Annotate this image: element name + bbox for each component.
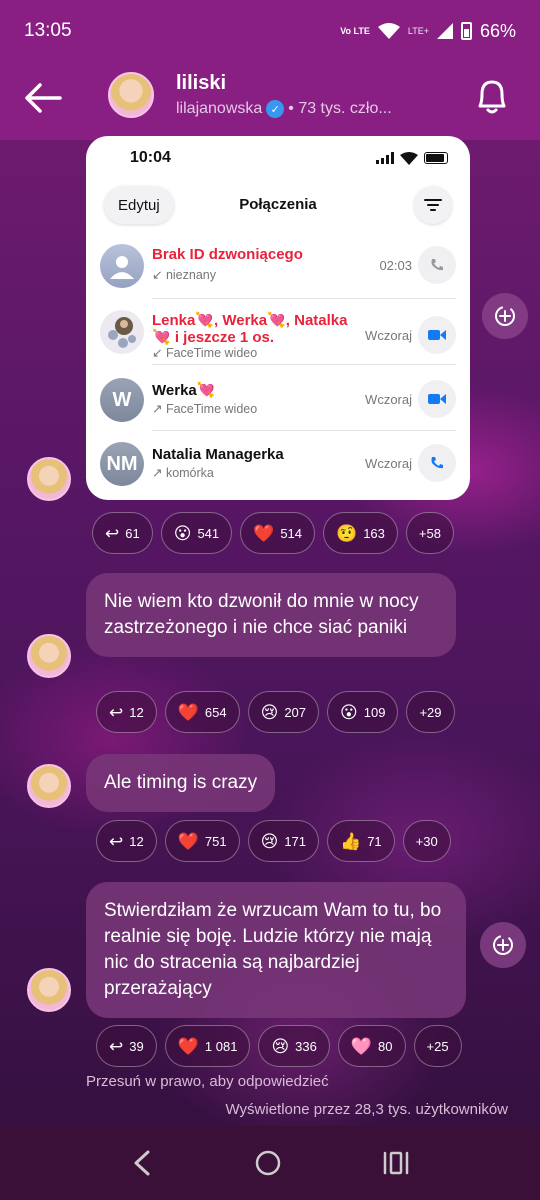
channel-avatar[interactable] (108, 72, 154, 118)
reaction-chip[interactable]: 🩷 80 (337, 1025, 406, 1067)
channel-subtitle[interactable]: lilajanowska ✓ • 73 tys. czło... (176, 100, 392, 118)
share-icon (495, 306, 515, 326)
reaction-chip[interactable]: 😢 171 (247, 820, 320, 862)
divider (152, 430, 456, 431)
reply-chip[interactable]: ↩ 12 (96, 691, 157, 733)
sender-avatar[interactable] (27, 764, 71, 808)
message-bubble[interactable]: Nie wiem kto dzwonił do mnie w nocy zast… (86, 573, 456, 657)
reaction-chip[interactable]: ❤️ 654 (164, 691, 240, 733)
call-detail: ↗ FaceTime wideo (152, 402, 258, 416)
share-button[interactable] (482, 293, 528, 339)
channel-header: liliski lilajanowska ✓ • 73 tys. czło... (0, 62, 540, 140)
calls-title: Połączenia (239, 196, 317, 213)
more-reactions-chip[interactable]: +30 (402, 820, 451, 862)
sender-avatar[interactable] (27, 457, 71, 501)
nav-home-icon[interactable] (254, 1149, 282, 1177)
battery-level: 66% (479, 20, 516, 41)
reactions-bar: ↩ 61 😮 541 ❤️ 514 🤨 163 +58 (92, 512, 454, 554)
screenshot-time: 10:04 (130, 149, 171, 166)
system-nav-bar (0, 1126, 540, 1200)
back-arrow-icon[interactable] (22, 78, 66, 118)
bell-icon[interactable] (472, 74, 512, 118)
phone-icon (418, 246, 456, 284)
reaction-chip[interactable]: ❤️ 514 (240, 512, 316, 554)
reaction-chip[interactable]: 👍 71 (327, 820, 395, 862)
screenshot-status-bar: 10:04 (86, 136, 470, 180)
screenshot-battery-icon (424, 152, 448, 164)
video-icon (418, 316, 456, 354)
message-bubble[interactable]: Stwierdziłam że wrzucam Wam to tu, bo re… (86, 882, 466, 1018)
filter-icon (414, 186, 452, 224)
reactions-bar: ↩ 12 ❤️ 654 😢 207 😮 109 +29 (96, 691, 455, 733)
call-detail: ↙ FaceTime wideo (152, 346, 258, 360)
call-time: Wczoraj (365, 328, 412, 343)
reaction-chip[interactable]: 😮 109 (327, 691, 399, 733)
divider (152, 298, 456, 299)
contact-avatar: NM (100, 442, 144, 486)
group-avatar (100, 310, 144, 354)
call-time: 02:03 (379, 258, 412, 273)
channel-handle: lilajanowska (176, 100, 263, 117)
phone-icon (418, 444, 456, 482)
swipe-hint: Przesuń w prawo, aby odpowiedzieć (86, 1073, 329, 1090)
more-reactions-chip[interactable]: +25 (413, 1025, 462, 1067)
lte-icon: LTE+ (407, 26, 429, 36)
wifi-icon (377, 23, 400, 39)
view-count: Wyświetlone przez 28,3 tys. użytkowników (225, 1101, 508, 1118)
call-row: W Werka💘 ↗ FaceTime wideo Wczoraj (86, 370, 470, 436)
call-name: Lenka💘, Werka💘, Natalka 💘 i jeszcze 1 os… (152, 312, 348, 346)
call-name: Natalia Managerka (152, 446, 284, 463)
nav-recents-icon[interactable] (382, 1149, 410, 1177)
reaction-chip[interactable]: 🤨 163 (323, 512, 398, 554)
reaction-chip[interactable]: 😢 336 (258, 1025, 330, 1067)
status-time: 13:05 (24, 20, 72, 41)
call-row: Brak ID dzwoniącego ↙ nieznany 02:03 (86, 236, 470, 302)
contact-avatar (100, 244, 144, 288)
volte-icon: Vo LTE (340, 25, 370, 36)
reaction-chip[interactable]: ❤️ 1 081 (164, 1025, 251, 1067)
call-row: Lenka💘, Werka💘, Natalka 💘 i jeszcze 1 os… (86, 302, 470, 368)
channel-title[interactable]: liliski (176, 72, 226, 95)
reply-chip[interactable]: ↩ 39 (96, 1025, 157, 1067)
reaction-chip[interactable]: ❤️ 751 (164, 820, 240, 862)
member-count: • 73 tys. czło... (288, 100, 392, 117)
share-icon (493, 935, 513, 955)
more-reactions-chip[interactable]: +58 (405, 512, 454, 554)
more-reactions-chip[interactable]: +29 (406, 691, 455, 733)
reactions-bar: ↩ 12 ❤️ 751 😢 171 👍 71 +30 (96, 820, 451, 862)
signal-icon (436, 23, 453, 39)
sender-avatar[interactable] (27, 968, 71, 1012)
screenshot-wifi-icon (400, 151, 418, 165)
reply-chip[interactable]: ↩ 12 (96, 820, 157, 862)
call-row: NM Natalia Managerka ↗ komórka Wczoraj (86, 434, 470, 500)
call-detail: ↗ komórka (152, 466, 214, 480)
sender-avatar[interactable] (27, 634, 71, 678)
video-icon (418, 380, 456, 418)
contact-avatar: W (100, 378, 144, 422)
shared-screenshot[interactable]: 10:04 Edytuj Połączenia Brak ID dzwoniąc… (86, 136, 470, 500)
screenshot-signal-icon (376, 152, 394, 164)
nav-back-icon[interactable] (130, 1149, 154, 1177)
verified-icon: ✓ (266, 100, 285, 118)
call-name: Werka💘 (152, 382, 216, 399)
call-time: Wczoraj (365, 392, 412, 407)
call-time: Wczoraj (365, 456, 412, 471)
message-bubble[interactable]: Ale timing is crazy (86, 754, 276, 812)
divider (152, 364, 456, 365)
call-detail: ↙ nieznany (152, 268, 216, 282)
reaction-chip[interactable]: 😮 541 (160, 512, 233, 554)
reaction-chip[interactable]: 😢 207 (247, 691, 320, 733)
call-name: Brak ID dzwoniącego (152, 246, 303, 263)
battery-icon (460, 22, 472, 40)
share-button[interactable] (480, 922, 526, 968)
status-bar: 13:05 Vo LTE LTE+ 66% (0, 0, 540, 62)
reactions-bar: ↩ 39 ❤️ 1 081 😢 336 🩷 80 +25 (96, 1025, 462, 1067)
reply-chip[interactable]: ↩ 61 (92, 512, 153, 554)
